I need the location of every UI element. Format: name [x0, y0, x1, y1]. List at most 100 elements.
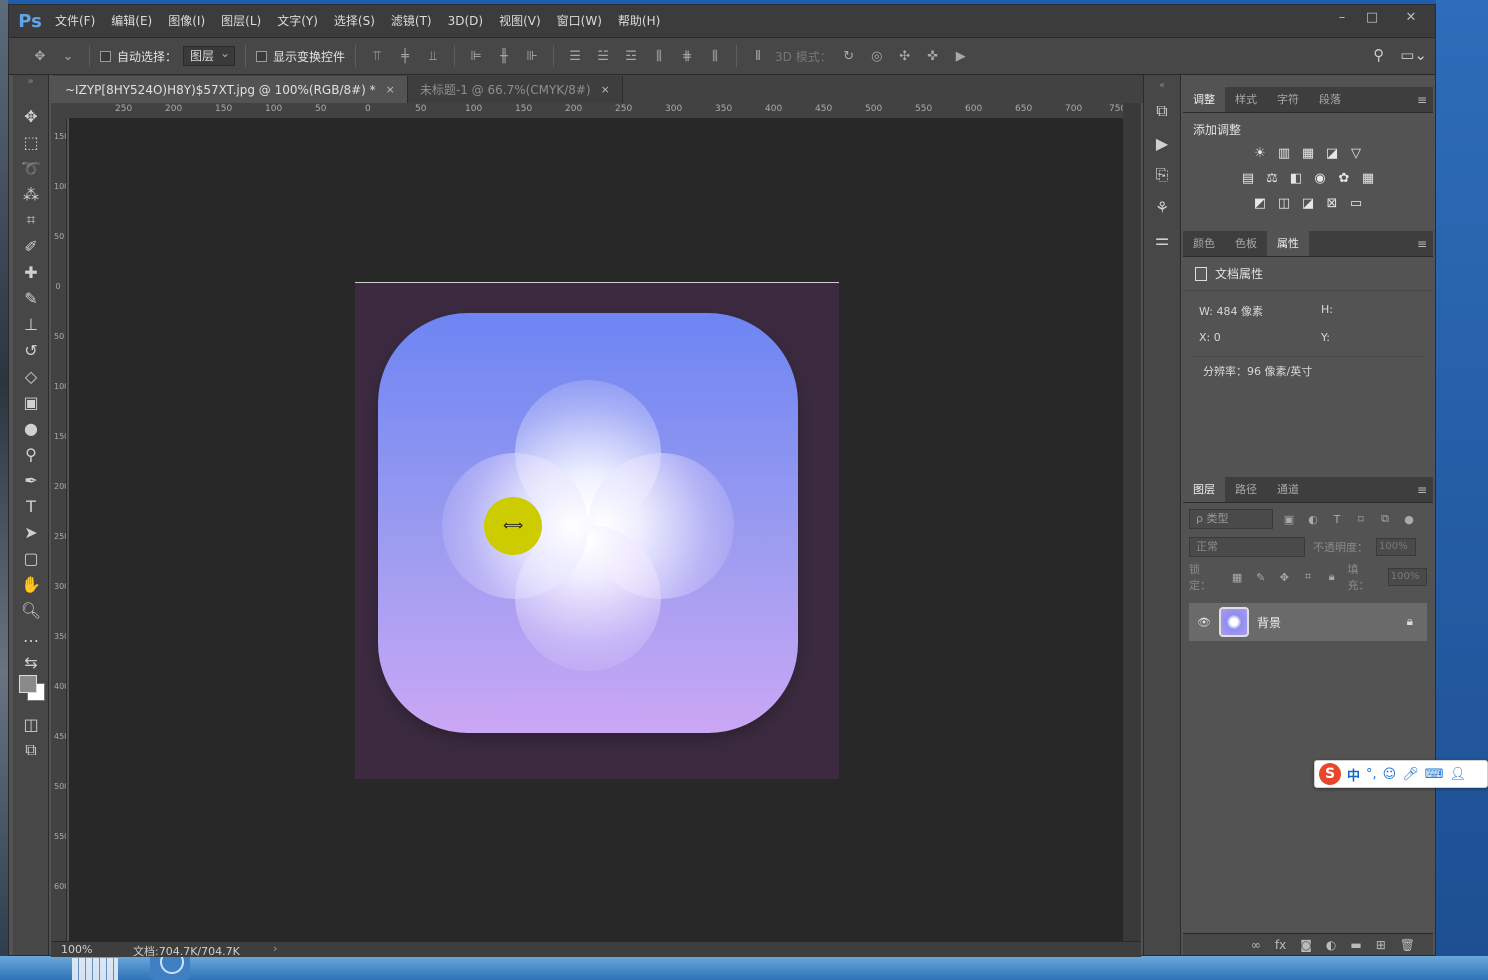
tab-properties[interactable]: 属性 [1267, 230, 1309, 256]
filter-adjustment-icon[interactable]: ◐ [1305, 513, 1321, 526]
vertical-scrollbar[interactable] [1123, 103, 1141, 941]
blur-tool-icon[interactable]: ● [13, 415, 49, 441]
tab-styles[interactable]: 样式 [1225, 86, 1267, 112]
menu-layer[interactable]: 图层(L) [213, 5, 269, 37]
blend-mode-select[interactable]: 正常 [1189, 537, 1305, 557]
tab-layers[interactable]: 图层 [1183, 476, 1225, 502]
color-lookup-icon[interactable]: ▦ [1360, 171, 1376, 187]
eyedropper-tool-icon[interactable]: ✐ [13, 233, 49, 259]
lock-transparency-icon[interactable]: ▦ [1229, 571, 1245, 584]
more-tools-icon[interactable]: … [13, 623, 49, 649]
x-value[interactable]: 0 [1214, 331, 1221, 344]
threshold-icon[interactable]: ◪ [1300, 196, 1316, 212]
panel-menu-icon[interactable]: ≡ [1417, 93, 1427, 107]
distribute-left-icon[interactable]: ⫼ [648, 49, 670, 64]
new-adjustment-layer-icon[interactable]: ◐ [1326, 938, 1336, 952]
tab-document-untitled[interactable]: 未标题-1 @ 66.7%(CMYK/8#) × [407, 76, 623, 103]
vibrance-icon[interactable]: ▽ [1348, 146, 1364, 162]
close-icon[interactable]: × [601, 83, 610, 96]
ruler-corner[interactable] [51, 103, 69, 119]
move-tool-icon[interactable]: ✥ [29, 49, 51, 64]
filter-type-icon[interactable]: T [1329, 513, 1345, 526]
distribute-bottom-icon[interactable]: ☲ [620, 49, 642, 64]
align-left-icon[interactable]: ⊫ [465, 49, 487, 64]
zoom-tool-icon[interactable]: 🔍︎ [13, 597, 49, 623]
selective-color-icon[interactable]: ⊠ [1324, 196, 1340, 212]
photo-filter-icon[interactable]: ◉ [1312, 171, 1328, 187]
3d-drag-icon[interactable]: ✣ [894, 49, 916, 64]
add-mask-icon[interactable]: ◙ [1300, 938, 1312, 952]
layer-row-background[interactable]: 👁︎ 背景 🔒︎ [1189, 603, 1427, 641]
3d-roll-icon[interactable]: ◎ [866, 49, 888, 64]
lock-all-icon[interactable]: 🔒︎ [1324, 570, 1340, 584]
minimize-button[interactable]: – [1327, 5, 1357, 29]
brush-tool-icon[interactable]: ✎ [13, 285, 49, 311]
filter-pixel-icon[interactable]: ▣ [1281, 513, 1297, 526]
brush-settings-icon[interactable]: ⚘ [1144, 191, 1180, 223]
actions-play-icon[interactable]: ▶ [1144, 127, 1180, 159]
tab-character[interactable]: 字符 [1267, 86, 1309, 112]
distribute-hcenter-icon[interactable]: ⋕ [676, 49, 698, 64]
adjustments-sliders-icon[interactable]: ⚌ [1144, 223, 1180, 255]
marquee-tool-icon[interactable]: ⬚ [13, 129, 49, 155]
microphone-icon[interactable]: 🎤︎ [1402, 767, 1419, 782]
filter-shape-icon[interactable]: ⌑ [1353, 513, 1369, 526]
history-brush-tool-icon[interactable]: ↺ [13, 337, 49, 363]
workspace-icon[interactable]: ▭⌄ [1400, 46, 1427, 64]
distribute-right-icon[interactable]: ⫼ [704, 49, 726, 64]
menu-help[interactable]: 帮助(H) [610, 5, 668, 37]
menu-image[interactable]: 图像(I) [160, 5, 213, 37]
filter-toggle-icon[interactable]: ● [1401, 513, 1417, 526]
levels-icon[interactable]: ▥ [1276, 146, 1292, 162]
taskbar-app-icon[interactable] [72, 958, 118, 980]
posterize-icon[interactable]: ◫ [1276, 196, 1292, 212]
type-tool-icon[interactable]: T [13, 493, 49, 519]
horizontal-ruler[interactable]: 250 200 150 100 50 0 50 100 150 200 250 … [69, 103, 1123, 119]
width-value[interactable]: 484 像素 [1216, 305, 1263, 318]
gradient-map-icon[interactable]: ▭ [1348, 196, 1364, 212]
status-menu-icon[interactable]: › [273, 942, 277, 955]
collapse-icon[interactable]: « [1144, 75, 1180, 95]
align-hcenter-icon[interactable]: ╫ [493, 49, 515, 64]
menu-filter[interactable]: 滤镜(T) [383, 5, 440, 37]
visibility-eye-icon[interactable]: 👁︎ [1197, 616, 1211, 629]
link-layers-icon[interactable]: ∞ [1251, 938, 1261, 952]
document-image[interactable] [355, 282, 839, 779]
user-icon[interactable]: 👤︎ [1450, 767, 1467, 782]
gradient-tool-icon[interactable]: ▣ [13, 389, 49, 415]
lock-position-icon[interactable]: ✥ [1277, 571, 1293, 584]
align-bottom-icon[interactable]: ⫫ [422, 49, 444, 64]
panel-menu-icon[interactable]: ≡ [1417, 237, 1427, 251]
align-right-icon[interactable]: ⊪ [521, 49, 543, 64]
align-vcenter-icon[interactable]: ╪ [394, 49, 416, 64]
menu-type[interactable]: 文字(Y) [269, 5, 326, 37]
auto-select-checkbox[interactable] [100, 50, 111, 62]
auto-select-target-select[interactable]: 图层 [183, 44, 236, 66]
tab-paragraph[interactable]: 段落 [1309, 86, 1351, 112]
3d-scale-icon[interactable]: ▶ [950, 49, 972, 64]
history-icon[interactable]: ⧉ [1144, 95, 1180, 127]
layer-style-fx-icon[interactable]: fx [1275, 938, 1286, 952]
ime-punctuation-toggle[interactable]: °, [1366, 767, 1377, 782]
opacity-input[interactable]: 100% [1376, 538, 1416, 556]
quick-mask-icon[interactable]: ◫ [13, 711, 49, 737]
close-button[interactable]: ✕ [1387, 5, 1435, 29]
curves-icon[interactable]: ▦ [1300, 146, 1316, 162]
menu-window[interactable]: 窗口(W) [549, 5, 610, 37]
stamp-tool-icon[interactable]: ⊥ [13, 311, 49, 337]
layer-filter-select[interactable]: ρ 类型 [1189, 509, 1273, 529]
new-layer-icon[interactable]: ⊞ [1376, 938, 1386, 952]
distribute-vcenter-icon[interactable]: ☱ [592, 49, 614, 64]
black-white-icon[interactable]: ◧ [1288, 171, 1304, 187]
foreground-color-swatch[interactable] [19, 675, 37, 693]
keyboard-icon[interactable]: ⌨ [1425, 767, 1444, 782]
filter-smart-object-icon[interactable]: ⧉ [1377, 512, 1393, 526]
menu-file[interactable]: 文件(F) [47, 5, 103, 37]
ime-language-toggle[interactable]: 中 [1347, 765, 1360, 784]
exposure-icon[interactable]: ◪ [1324, 146, 1340, 162]
magic-wand-tool-icon[interactable]: ⁂ [13, 181, 49, 207]
3d-rotate-icon[interactable]: ↻ [838, 49, 860, 64]
tab-swatches[interactable]: 色板 [1225, 230, 1267, 256]
color-balance-icon[interactable]: ⚖ [1264, 171, 1280, 187]
new-group-folder-icon[interactable]: ▬ [1350, 938, 1361, 952]
